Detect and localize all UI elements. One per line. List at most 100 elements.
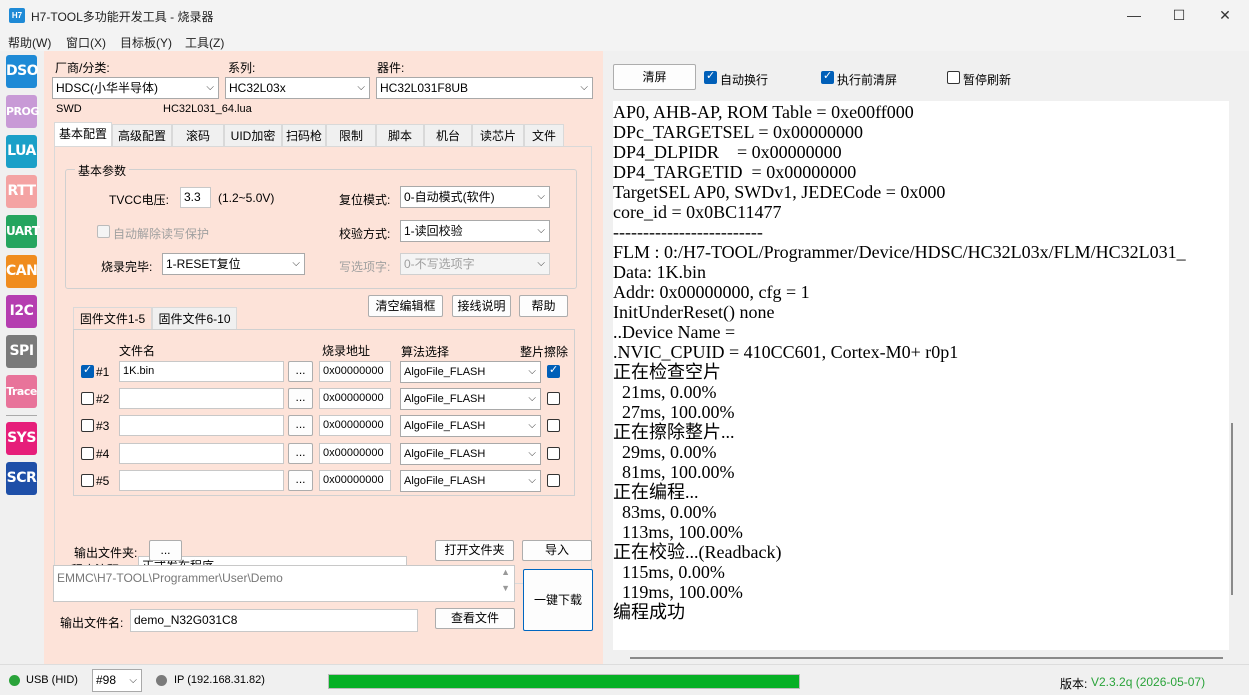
pause-refresh-label: 暂停刷新: [963, 73, 1012, 87]
view-file-button[interactable]: 查看文件: [435, 608, 515, 629]
file-enable-checkbox[interactable]: [81, 474, 94, 487]
file-enable-checkbox[interactable]: [81, 392, 94, 405]
device-number-select[interactable]: #98 ⌵: [92, 669, 142, 692]
file-address-input[interactable]: 0x00000000: [319, 388, 391, 409]
import-button[interactable]: 导入: [522, 540, 592, 561]
file-name-input[interactable]: [119, 415, 284, 436]
series-select[interactable]: HC32L03x ⌵: [225, 77, 370, 99]
file-address-input[interactable]: 0x00000000: [319, 415, 391, 436]
file-address-input[interactable]: 0x00000000: [319, 443, 391, 464]
console-panel: 清屏 自动换行 执行前清屏 暂停刷新 AP0, AHB-AP, ROM Tabl…: [603, 51, 1249, 664]
file-address-input[interactable]: 0x00000000: [319, 361, 391, 382]
sidebar-uart-button[interactable]: UART: [6, 215, 40, 248]
option-bytes-select[interactable]: 0-不写选项字 ⌵: [400, 253, 550, 275]
browse-file-button[interactable]: ...: [288, 470, 313, 491]
tab-firmware-1-5[interactable]: 固件文件1-5: [73, 307, 152, 329]
algorithm-select[interactable]: AlgoFile_FLASH ⌵: [400, 443, 541, 465]
tab-script[interactable]: 脚本: [376, 124, 424, 146]
chevron-down-icon: ⌵: [537, 258, 545, 269]
browse-file-button[interactable]: ...: [288, 443, 313, 464]
sidebar-dso-button[interactable]: DSO: [6, 55, 39, 88]
tab-firmware-6-10[interactable]: 固件文件6-10: [152, 307, 237, 329]
browse-file-button[interactable]: ...: [288, 415, 313, 436]
algorithm-select[interactable]: AlgoFile_FLASH ⌵: [400, 415, 541, 437]
reset-mode-select[interactable]: 0-自动模式(软件) ⌵: [400, 186, 550, 208]
tvcc-input[interactable]: 3.3: [180, 187, 211, 208]
tab-limits[interactable]: 限制: [326, 124, 376, 146]
tab-machine[interactable]: 机台: [424, 124, 472, 146]
sidebar-can-button[interactable]: CAN: [6, 255, 38, 288]
file-name-input[interactable]: [119, 443, 284, 464]
algorithm-select[interactable]: AlgoFile_FLASH ⌵: [400, 388, 541, 410]
console-line: DP4_TARGETID = 0x00000000: [613, 162, 857, 182]
file-row-id: #2: [96, 392, 110, 406]
clear-before-run-checkbox[interactable]: [821, 69, 834, 84]
menu-window[interactable]: 窗口(X): [66, 34, 106, 51]
console-horizontal-scrollbar[interactable]: [630, 657, 1223, 659]
menu-tools[interactable]: 工具(Z): [185, 34, 224, 51]
file-enable-checkbox[interactable]: [81, 419, 94, 432]
chip-select[interactable]: HC32L031F8UB ⌵: [376, 77, 593, 99]
file-enable-checkbox[interactable]: [81, 363, 94, 378]
tab-advanced-config[interactable]: 高级配置: [112, 124, 172, 146]
chip-erase-checkbox[interactable]: [547, 447, 560, 460]
console-vertical-scrollbar[interactable]: [1231, 423, 1233, 595]
clear-screen-button[interactable]: 清屏: [613, 64, 696, 90]
browse-file-button[interactable]: ...: [288, 388, 313, 409]
clear-editor-button[interactable]: 清空编辑框: [368, 295, 443, 317]
tvcc-range-text: (1.2~5.0V): [218, 191, 275, 205]
sidebar-divider: [6, 415, 37, 416]
tab-basic-config[interactable]: 基本配置: [54, 122, 112, 146]
scroll-down-icon[interactable]: ▼: [501, 576, 510, 600]
browse-folder-button[interactable]: ...: [149, 540, 182, 561]
file-name-input[interactable]: 1K.bin: [119, 361, 284, 382]
chip-erase-checkbox[interactable]: [547, 419, 560, 432]
done-action-select[interactable]: 1-RESET复位 ⌵: [162, 253, 305, 275]
file-enable-checkbox[interactable]: [81, 447, 94, 460]
sidebar-lua-button[interactable]: LUA: [6, 135, 37, 168]
tab-read-chip[interactable]: 读芯片: [472, 124, 524, 146]
tab-scanner[interactable]: 扫码枪: [282, 124, 326, 146]
verify-mode-select[interactable]: 1-读回校验 ⌵: [400, 220, 550, 242]
help-button[interactable]: 帮助: [519, 295, 568, 317]
console-line: 81ms, 100.00%: [613, 462, 735, 482]
browse-file-button[interactable]: ...: [288, 361, 313, 382]
algorithm-select[interactable]: AlgoFile_FLASH ⌵: [400, 470, 541, 492]
algorithm-select[interactable]: AlgoFile_FLASH ⌵: [400, 361, 541, 383]
wiring-guide-button[interactable]: 接线说明: [452, 295, 511, 317]
file-name-input[interactable]: [119, 388, 284, 409]
file-address-input[interactable]: 0x00000000: [319, 470, 391, 491]
chip-erase-checkbox[interactable]: [547, 392, 560, 405]
sidebar-spi-button[interactable]: SPI: [6, 335, 37, 368]
version-label: 版本:: [1060, 677, 1088, 691]
menu-help[interactable]: 帮助(W): [8, 34, 51, 51]
output-filename-input[interactable]: demo_N32G031C8: [130, 609, 418, 632]
sidebar-trace-button[interactable]: Trace: [6, 375, 37, 408]
menu-target-board[interactable]: 目标板(Y): [120, 34, 172, 51]
output-folder-path[interactable]: EMMC\H7-TOOL\Programmer\User\Demo ▲ ▼: [53, 565, 515, 602]
console-output[interactable]: AP0, AHB-AP, ROM Table = 0xe00ff000 DPc_T…: [613, 101, 1229, 650]
auto-unlock-checkbox[interactable]: [97, 225, 110, 238]
minimize-button[interactable]: —: [1114, 4, 1154, 26]
close-button[interactable]: ✕: [1205, 4, 1245, 26]
console-line: 正在检查空片: [613, 362, 721, 382]
tab-file[interactable]: 文件: [524, 124, 564, 146]
sidebar-rtt-button[interactable]: RTT: [6, 175, 37, 208]
usb-status-text: USB (HID): [26, 674, 78, 686]
auto-wrap-checkbox[interactable]: [704, 69, 717, 84]
file-name-input[interactable]: [119, 470, 284, 491]
chip-erase-checkbox[interactable]: [547, 474, 560, 487]
basic-params-title: 基本参数: [75, 162, 130, 179]
sidebar-scr-button[interactable]: SCR: [6, 462, 37, 495]
sidebar-sys-button[interactable]: SYS: [6, 422, 37, 455]
vendor-select[interactable]: HDSC(小华半导体) ⌵: [52, 77, 219, 99]
maximize-button[interactable]: ☐: [1159, 4, 1199, 26]
tab-uid-encrypt[interactable]: UID加密: [224, 124, 282, 146]
one-click-download-button[interactable]: 一键下载: [523, 569, 593, 631]
sidebar-i2c-button[interactable]: I2C: [6, 295, 37, 328]
open-folder-button[interactable]: 打开文件夹: [435, 540, 514, 561]
tab-rolling-code[interactable]: 滚码: [172, 124, 224, 146]
pause-refresh-checkbox[interactable]: [947, 71, 960, 84]
sidebar-prog-button[interactable]: PROG: [6, 95, 39, 128]
chip-erase-checkbox[interactable]: [547, 363, 560, 378]
